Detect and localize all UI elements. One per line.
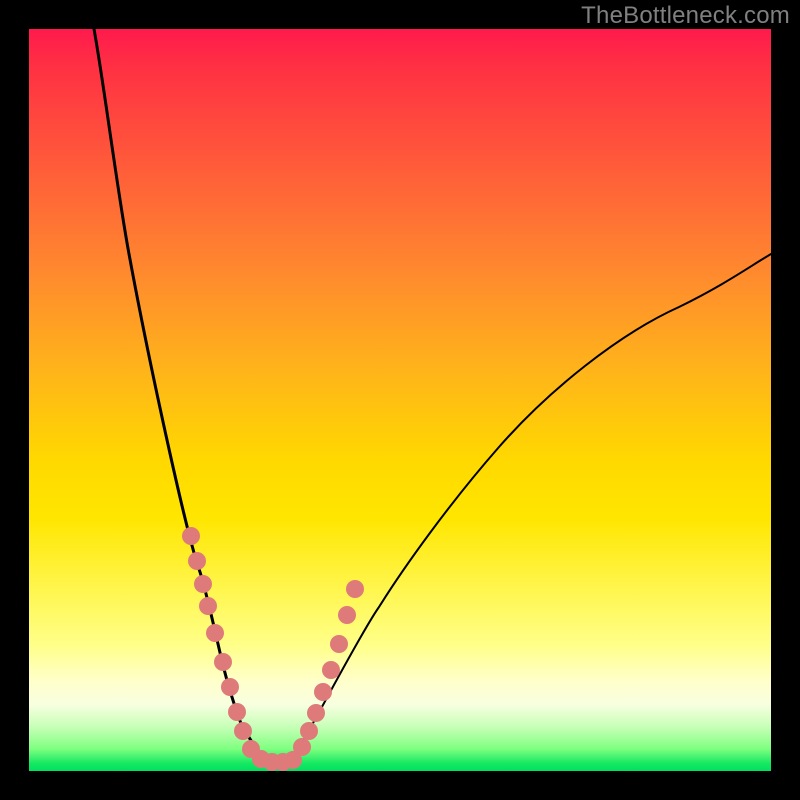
data-dot: [293, 738, 311, 756]
data-dot: [188, 552, 206, 570]
data-dot: [338, 606, 356, 624]
data-dot: [307, 704, 325, 722]
data-dot: [206, 624, 224, 642]
data-dot: [221, 678, 239, 696]
data-dot: [194, 575, 212, 593]
data-dot: [182, 527, 200, 545]
curves-svg: [29, 29, 771, 771]
data-dot: [228, 703, 246, 721]
data-dot: [300, 722, 318, 740]
data-dot: [330, 635, 348, 653]
data-dot: [199, 597, 217, 615]
data-dot: [346, 580, 364, 598]
data-dot: [314, 683, 332, 701]
data-dot: [214, 653, 232, 671]
data-dot: [322, 661, 340, 679]
watermark-text: TheBottleneck.com: [581, 2, 790, 30]
left-curve: [94, 29, 264, 759]
data-dot: [234, 722, 252, 740]
right-curve: [289, 254, 771, 762]
plot-area: [29, 29, 771, 771]
chart-frame: TheBottleneck.com: [0, 0, 800, 800]
dots-group: [182, 527, 364, 771]
